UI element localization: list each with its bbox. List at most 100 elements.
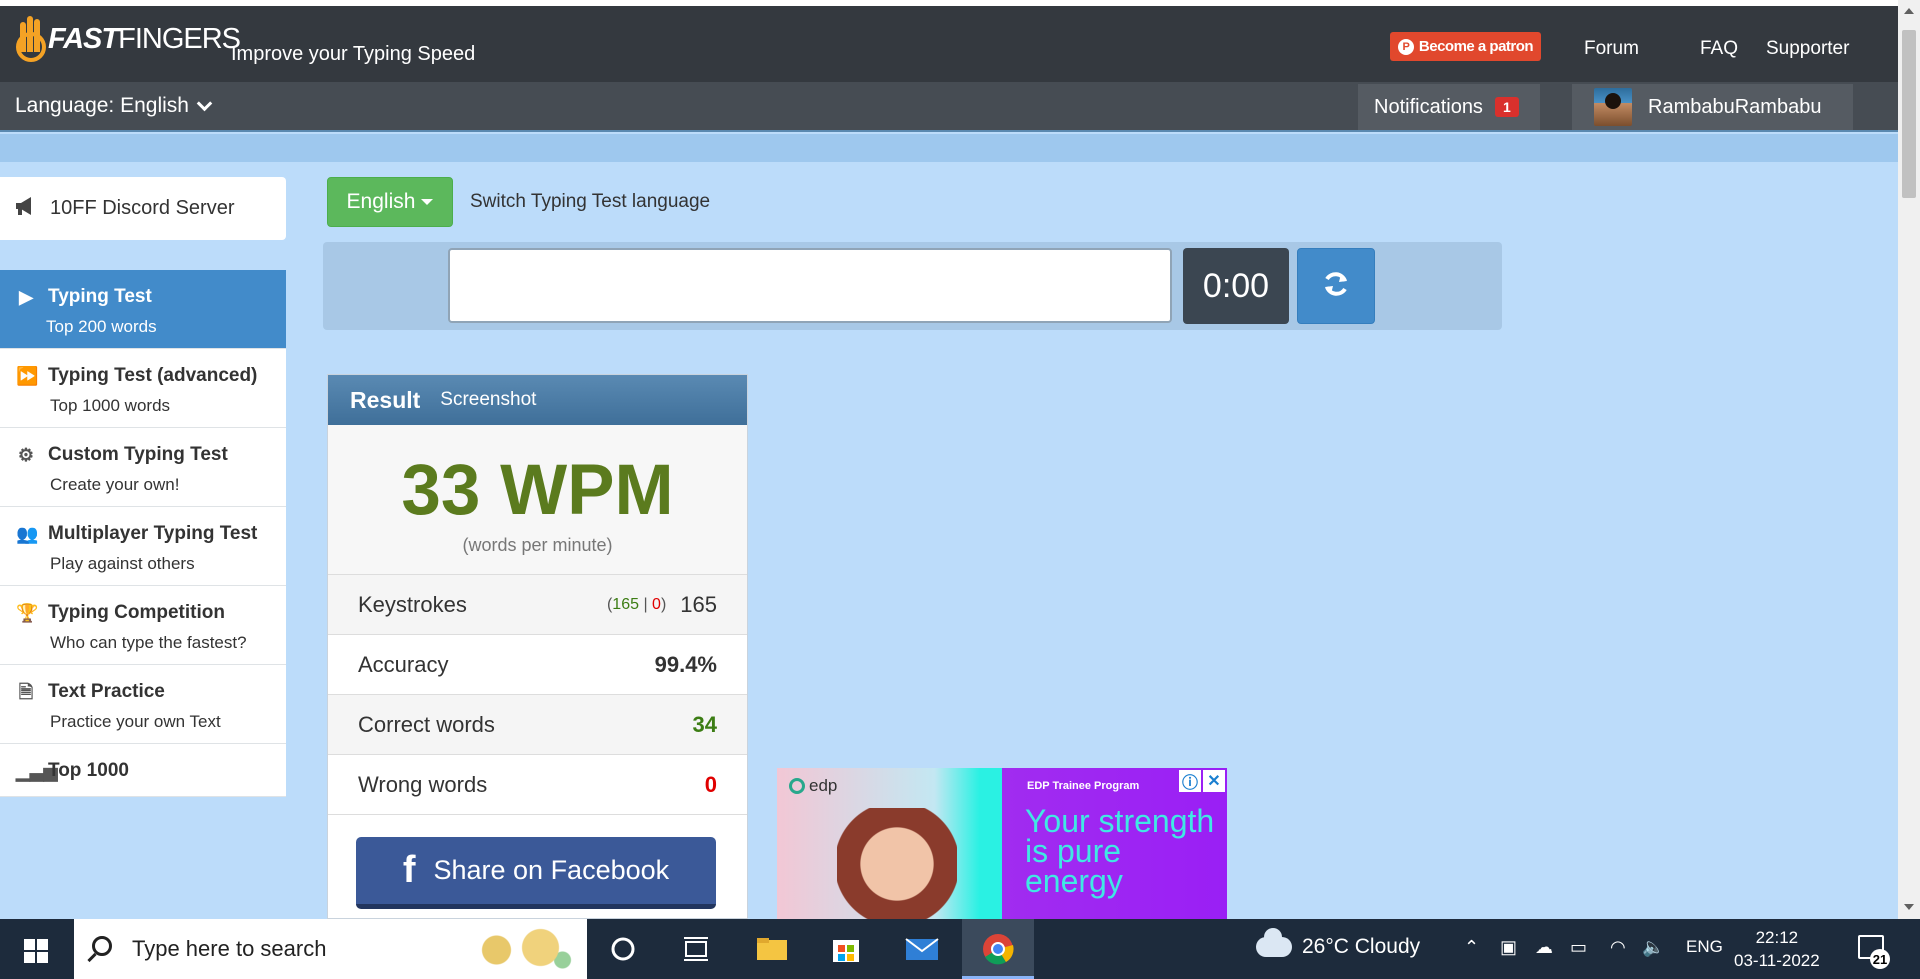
language-select-button[interactable]: English — [327, 177, 453, 227]
stat-label: Correct words — [358, 711, 495, 737]
sidebar-item-typing-test[interactable]: ▶ Typing Test Top 200 words — [0, 270, 286, 349]
reload-button[interactable] — [1297, 248, 1375, 324]
stat-wrong-words: Wrong words 0 — [328, 755, 747, 815]
become-patron-button[interactable]: P Become a patron — [1390, 32, 1541, 61]
volume-icon[interactable]: 🔈 — [1642, 937, 1664, 958]
mail-icon[interactable] — [904, 931, 940, 967]
store-icon[interactable] — [828, 931, 864, 967]
users-icon: 👥 — [16, 524, 39, 544]
ad-headline: Your strength is pure energy — [1025, 803, 1215, 899]
taskbar-search[interactable]: Type here to search — [74, 919, 587, 979]
discord-server-link[interactable]: 10FF Discord Server — [0, 177, 286, 240]
facebook-icon: f — [402, 849, 416, 891]
wifi-icon[interactable]: ◠ — [1610, 937, 1626, 958]
stat-label: Keystrokes — [358, 591, 467, 617]
screenshot-tab[interactable]: Screenshot — [440, 389, 536, 411]
hand-logo-icon — [16, 16, 46, 62]
switch-language-label: Switch Typing Test language — [470, 191, 711, 212]
search-icon — [92, 936, 112, 956]
input-language[interactable]: ENG — [1686, 937, 1723, 957]
logo-text: FASTFINGERS — [48, 23, 241, 55]
nav-forum[interactable]: Forum — [1584, 38, 1639, 60]
sidebar-item-title: Custom Typing Test — [48, 444, 228, 465]
file-explorer-icon[interactable] — [754, 931, 790, 967]
scroll-down-icon[interactable] — [1904, 904, 1914, 910]
onedrive-icon[interactable]: ☁ — [1535, 937, 1553, 958]
header-divider — [0, 134, 1898, 162]
stat-correct-words: Correct words 34 — [328, 695, 747, 755]
sidebar-item-top-1000[interactable]: ▁▃▅ Top 1000 — [0, 744, 286, 797]
ad-info-icon[interactable]: ⓘ — [1179, 770, 1201, 792]
meet-icon[interactable]: ▣ — [1500, 937, 1517, 958]
sidebar-item-multiplayer[interactable]: 👥 Multiplayer Typing Test Play against ot… — [0, 507, 286, 586]
battery-icon[interactable]: ▭ — [1570, 937, 1587, 958]
patron-label: Become a patron — [1418, 38, 1534, 55]
chevron-up-icon[interactable]: ⌃ — [1464, 937, 1479, 958]
chrome-icon[interactable] — [980, 931, 1016, 967]
edp-logo-icon — [789, 778, 805, 794]
sidebar-item-title: Typing Test (advanced) — [48, 365, 258, 386]
scroll-thumb[interactable] — [1902, 30, 1916, 198]
cortana-icon[interactable] — [605, 931, 641, 967]
wpm-box: 33 WPM (words per minute) — [328, 425, 747, 575]
site-logo[interactable]: FASTFINGERS — [16, 16, 241, 62]
typing-input-row: 0:00 — [323, 242, 1502, 330]
stat-label: Wrong words — [358, 771, 488, 797]
site-header: FASTFINGERS Improve your Typing Speed P … — [0, 0, 1898, 82]
advertisement[interactable]: edp EDP Trainee Program Your strength is… — [777, 768, 1227, 919]
patreon-icon: P — [1397, 38, 1414, 55]
chevron-down-icon — [196, 95, 213, 111]
site-tagline: Improve your Typing Speed — [231, 43, 476, 65]
system-clock[interactable]: 22:12 03-11-2022 — [1734, 926, 1820, 972]
signal-icon: ▁▃▅ — [16, 761, 58, 781]
ad-brand: edp — [789, 776, 837, 796]
nav-faq[interactable]: FAQ — [1700, 38, 1738, 60]
timer-display: 0:00 — [1183, 248, 1289, 324]
task-view-icon[interactable] — [678, 931, 714, 967]
keystrokes-total: 165 — [680, 591, 717, 617]
sidebar-item-custom-typing-test[interactable]: ⚙ Custom Typing Test Create your own! — [0, 428, 286, 507]
sidebar-item-title: Text Practice — [48, 681, 165, 702]
keystrokes-breakdown: (165 | 0) — [606, 595, 667, 613]
sidebar: 10FF Discord Server ▶ Typing Test Top 200… — [0, 162, 286, 919]
cogs-icon: ⚙ — [17, 445, 35, 465]
typing-input[interactable] — [448, 248, 1172, 323]
ad-controls: ⓘ ✕ — [1179, 770, 1225, 792]
stat-keystrokes: Keystrokes (165 | 0) 165 — [328, 575, 747, 635]
language-dropdown[interactable]: Language: English — [15, 94, 213, 118]
notifications-label: Notifications — [1374, 95, 1483, 118]
correct-words-value: 34 — [692, 711, 717, 737]
sidebar-item-sub: Top 200 words — [46, 317, 157, 336]
weather-widget[interactable]: 26°C Cloudy — [1256, 928, 1420, 959]
sidebar-item-sub: Top 1000 words — [50, 396, 171, 415]
sidebar-item-sub: Play against others — [50, 554, 195, 573]
stat-accuracy: Accuracy 99.4% — [328, 635, 747, 695]
nav-supporter[interactable]: Supporter — [1766, 38, 1849, 60]
sidebar-item-title: Top 1000 — [48, 760, 129, 781]
result-header: Result Screenshot — [328, 375, 747, 425]
ad-close-icon[interactable]: ✕ — [1203, 770, 1225, 792]
language-button-label: English — [346, 190, 416, 213]
share-facebook-button[interactable]: f Share on Facebook — [356, 837, 716, 909]
windows-start-icon[interactable] — [24, 939, 48, 963]
wpm-value: 33 WPM — [401, 451, 674, 530]
language-label: Language: English — [15, 94, 189, 117]
sidebar-item-competition[interactable]: 🏆 Typing Competition Who can type the fas… — [0, 586, 286, 665]
user-menu[interactable]: RambabuRambabu — [1572, 84, 1853, 130]
sidebar-item-text-practice[interactable]: 🗎 Text Practice Practice your own Text — [0, 665, 286, 744]
sidebar-item-sub: Who can type the fastest? — [50, 633, 247, 652]
sidebar-item-title: Multiplayer Typing Test — [48, 523, 258, 544]
scroll-up-icon[interactable] — [1904, 8, 1914, 14]
clock-date: 03-11-2022 — [1734, 951, 1820, 970]
page-scrollbar[interactable] — [1898, 0, 1920, 919]
discord-label: 10FF Discord Server — [50, 197, 235, 219]
ad-program: EDP Trainee Program — [1027, 780, 1140, 792]
result-tab[interactable]: Result — [350, 387, 420, 414]
document-icon: 🗎 — [18, 682, 34, 702]
fast-forward-icon: ⏩ — [16, 366, 39, 386]
share-label: Share on Facebook — [433, 855, 670, 885]
site-subheader: Language: English Notifications 1 Rambab… — [0, 82, 1898, 132]
notifications-button[interactable]: Notifications 1 — [1358, 84, 1540, 130]
sidebar-item-typing-test-advanced[interactable]: ⏩ Typing Test (advanced) Top 1000 words — [0, 349, 286, 428]
clock-time: 22:12 — [1755, 928, 1799, 947]
